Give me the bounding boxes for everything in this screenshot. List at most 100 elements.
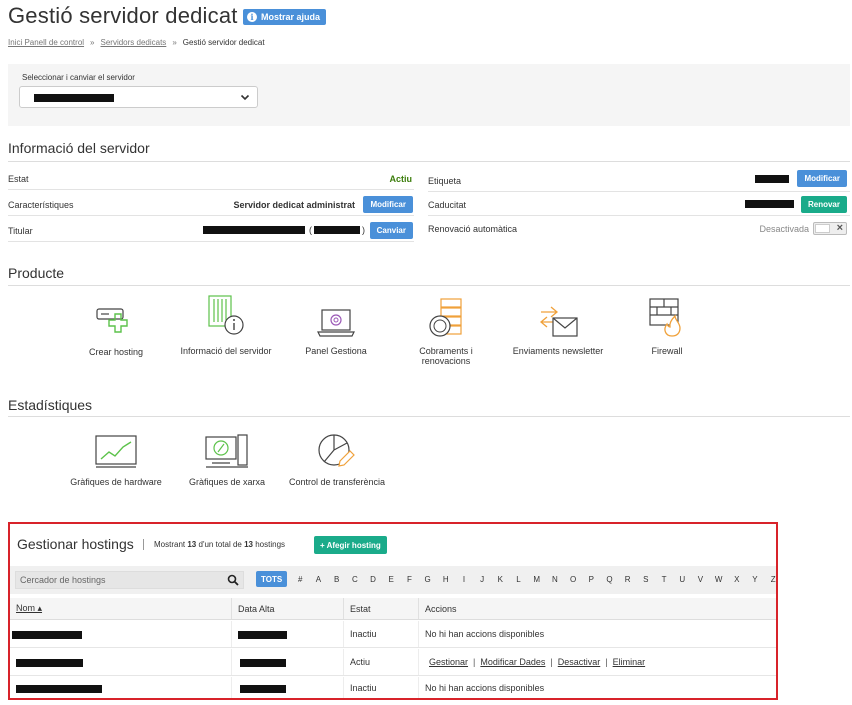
info-row-renovacio: Renovació automàtica Desactivada × [428,218,850,242]
table-row: Inactiu No hi han accions disponibles [10,677,776,698]
filter-letter[interactable]: I [455,571,473,587]
chevron-down-icon [240,92,250,105]
filter-letter[interactable]: Q [600,571,618,587]
info-row-caducitat: Caducitat Renovar [428,192,850,216]
add-hosting-button[interactable]: + Afegir hosting [314,536,387,554]
column-name[interactable]: Nom ▴ [10,598,232,619]
breadcrumb-separator: » [90,38,95,47]
filter-letter[interactable]: F [400,571,418,587]
breadcrumb-dedicated-link[interactable]: Servidors dedicats [101,38,167,47]
breadcrumb: Inici Panell de control » Servidors dedi… [8,38,265,47]
filter-letter[interactable]: N [546,571,564,587]
redacted-server-name [34,94,114,102]
count-mid: d'un total de [198,540,242,549]
redacted-hosting-name [16,685,102,693]
info-row-estat: Estat Actiu [8,166,414,190]
tile-label: Gràfiques de xarxa [188,477,266,487]
hostings-panel: Gestionar hostings Mostrant 13 d'un tota… [8,522,778,700]
hosting-date-cell [232,621,344,647]
tile-panel-gestiona[interactable]: Panel Gestiona [296,298,376,356]
close-icon: × [836,222,843,234]
filter-letter[interactable]: P [582,571,600,587]
filter-letter[interactable]: L [509,571,527,587]
change-holder-button[interactable]: Canviar [369,222,413,239]
filter-letter[interactable]: U [673,571,691,587]
server-plus-icon [96,308,128,333]
tile-info-servidor[interactable]: Informació del servidor [170,294,282,356]
hostings-count: Mostrant 13 d'un total de 13 hostings [154,540,285,549]
filter-letter[interactable]: # [291,571,309,587]
edit-hosting-link[interactable]: Modificar Dades [480,657,545,667]
filter-letter[interactable]: G [419,571,437,587]
titular-paren-close: ) [362,225,365,235]
filter-letter[interactable]: X [728,571,746,587]
filter-letter[interactable]: R [619,571,637,587]
hosting-search-input[interactable] [20,573,215,587]
tile-label: Gràfiques de hardware [70,477,162,487]
tile-newsletter[interactable]: Enviaments newsletter [504,298,612,356]
renew-button[interactable]: Renovar [800,196,847,213]
filter-letter[interactable]: K [491,571,509,587]
tile-cobraments[interactable]: Cobraments i renovacions [404,296,488,366]
server-info-icon [208,295,244,335]
tile-crear-hosting[interactable]: Crear hosting [76,297,156,357]
filter-letter[interactable]: V [691,571,709,587]
coins-icon [429,298,462,337]
search-icon[interactable] [227,574,239,589]
toggle-knob [815,224,830,233]
filter-letter[interactable]: D [364,571,382,587]
delete-hosting-link[interactable]: Eliminar [613,657,646,667]
filter-letter[interactable]: A [309,571,327,587]
filter-letter[interactable]: W [710,571,728,587]
caducitat-label: Caducitat [428,200,467,210]
count-prefix: Mostrant [154,540,186,549]
count-shown: 13 [187,540,197,549]
info-row-etiqueta: Etiqueta Modificar [428,166,850,192]
manage-hosting-link[interactable]: Gestionar [429,657,468,667]
page-title: Gestió servidor dedicat [8,3,238,28]
help-button[interactable]: i Mostrar ajuda [243,9,327,25]
tile-hardware-charts[interactable]: Gràfiques de hardware [62,433,170,487]
tile-label: Informació del servidor [180,346,272,356]
breadcrumb-home-link[interactable]: Inici Panell de control [8,38,84,47]
product-title: Producte [8,265,65,281]
laptop-icon [317,309,355,337]
section-divider [8,416,850,417]
modify-label-button[interactable]: Modificar [797,170,847,187]
etiqueta-label: Etiqueta [428,176,462,186]
envelope-arrows-icon [539,306,578,337]
titular-label: Titular [8,226,33,236]
tile-transfer-control[interactable]: Control de transferència [282,431,392,487]
hosting-date-cell [232,677,344,698]
help-button-label: Mostrar ajuda [261,12,321,22]
filter-letter[interactable]: M [528,571,546,587]
filter-letter[interactable]: O [564,571,582,587]
filter-letter[interactable]: B [328,571,346,587]
filter-letter[interactable]: E [382,571,400,587]
filter-letter[interactable]: J [473,571,491,587]
filter-letter[interactable]: S [637,571,655,587]
tile-firewall[interactable]: Firewall [632,296,702,356]
filter-letter[interactable]: H [437,571,455,587]
redacted-titular-id [314,226,360,234]
status-value: Actiu [389,174,413,184]
titular-paren-open: ( [309,225,312,235]
hosting-name-cell [10,649,232,675]
filter-letter[interactable]: Y [746,571,764,587]
info-row-titular: Titular ( ) Canviar [8,218,414,242]
table-row: Inactiu No hi han accions disponibles [10,621,776,648]
filter-letter[interactable]: C [346,571,364,587]
auto-renewal-toggle[interactable]: × [813,222,847,235]
caracteristiques-label: Característiques [8,200,74,210]
column-date: Data Alta [232,598,344,619]
server-select[interactable] [19,86,258,108]
tile-network-charts[interactable]: Gràfiques de xarxa [180,433,274,487]
deactivate-hosting-link[interactable]: Desactivar [558,657,601,667]
hosting-status: Actiu [344,649,419,675]
modify-plan-button[interactable]: Modificar [363,196,413,213]
table-row: Actiu Gestionar | Modificar Dades | Desact… [10,649,776,676]
tile-label: Crear hosting [88,347,144,357]
filter-all-button[interactable]: TOTS [256,571,288,587]
filter-letter[interactable]: T [655,571,673,587]
filter-letter[interactable]: Z [764,571,782,587]
